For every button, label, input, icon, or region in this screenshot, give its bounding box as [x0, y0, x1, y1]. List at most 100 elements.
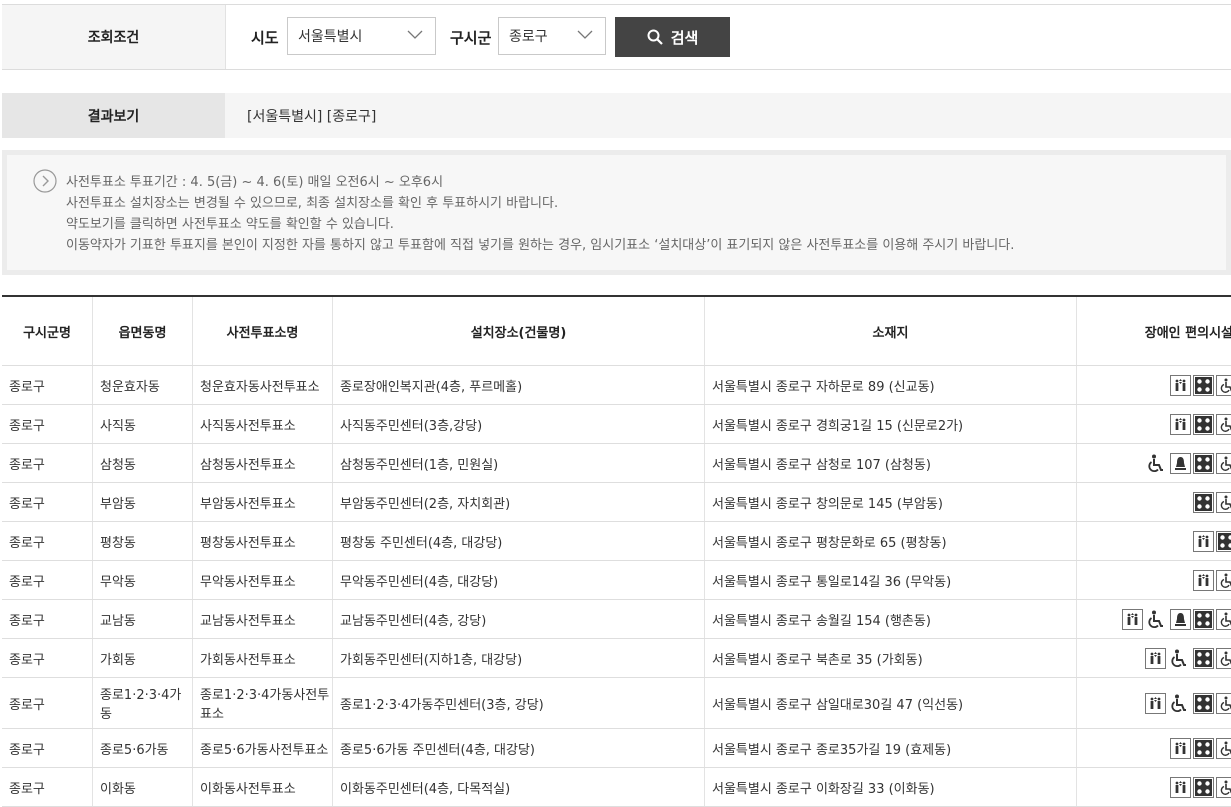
table-row: 종로구 평창동 평창동사전투표소 평창동 주민센터(4층, 대강당) 서울특별시 종로구…: [2, 522, 1231, 561]
gugun-select-value: 종로구: [509, 29, 548, 45]
cell-station: 종로1·2·3·4가동사전투표소: [193, 678, 333, 728]
result-summary: [서울특별시] [종로구]: [247, 108, 377, 125]
table-header-row: 구시군명 읍면동명 사전투표소명 설치장소(건물명) 소재지 장애인 편의시설: [2, 297, 1231, 366]
search-button-label: 검색: [670, 28, 699, 47]
cell-gu: 종로구: [2, 678, 93, 728]
cell-dong: 교남동: [93, 600, 193, 638]
table-row: 종로구 종로5·6가동 종로5·6가동사전투표소 종로5·6가동 주민센터(4층, 대…: [2, 729, 1231, 768]
cell-dong: 부암동: [93, 483, 193, 521]
cell-gu: 종로구: [2, 483, 93, 521]
facility-icons: [1193, 522, 1231, 560]
notice-box: 사전투표소 투표기간 : 4. 5(금) ~ 4. 6(토) 매일 오전6시 ~…: [2, 150, 1231, 275]
cell-facilities: [1077, 444, 1231, 482]
wheelchair-icon: [1216, 491, 1231, 513]
cell-place: 삼청동주민센터(1층, 민원실): [333, 444, 705, 482]
table-row: 종로구 가회동 가회동사전투표소 가회동주민센터(지하1층, 대강당) 서울특별시 종로…: [2, 639, 1231, 678]
cell-station: 사직동사전투표소: [193, 405, 333, 443]
cell-place: 종로5·6가동 주민센터(4층, 대강당): [333, 729, 705, 767]
elevator-icon: [1170, 737, 1191, 759]
cell-gu: 종로구: [2, 405, 93, 443]
cell-place: 가회동주민센터(지하1층, 대강당): [333, 639, 705, 677]
cell-station: 이화동사전투표소: [193, 768, 333, 806]
cell-gu: 종로구: [2, 444, 93, 482]
cell-gu: 종로구: [2, 729, 93, 767]
table-row: 종로구 이화동 이화동사전투표소 이화동주민센터(4층, 다목적실) 서울특별시 종로구…: [2, 768, 1231, 807]
cell-gu: 종로구: [2, 600, 93, 638]
cell-dong: 무악동: [93, 561, 193, 599]
braille-icon: [1216, 530, 1231, 552]
cell-station: 삼청동사전투표소: [193, 444, 333, 482]
notice-line: 사전투표소 투표기간 : 4. 5(금) ~ 4. 6(토) 매일 오전6시 ~…: [66, 175, 444, 190]
facility-icons: [1193, 483, 1231, 521]
gugun-select[interactable]: 종로구: [498, 17, 606, 55]
cell-place: 교남동주민센터(4층, 강당): [333, 600, 705, 638]
cell-facilities: [1077, 678, 1231, 728]
cell-facilities: [1077, 639, 1231, 677]
elevator-icon: [1170, 374, 1191, 396]
cell-station: 평창동사전투표소: [193, 522, 333, 560]
cell-dong: 이화동: [93, 768, 193, 806]
wheelchair-icon: [1216, 647, 1231, 669]
wheelchair-icon: [1216, 374, 1231, 396]
chevron-down-icon: [577, 30, 593, 39]
cell-station: 종로5·6가동사전투표소: [193, 729, 333, 767]
wheelchair-plain-icon: [1145, 453, 1168, 474]
table-body: 종로구 청운효자동 청운효자동사전투표소 종로장애인복지관(4층, 푸르메홀) 서울특별…: [2, 366, 1231, 807]
cell-address: 서울특별시 종로구 종로35가길 19 (효제동): [705, 729, 1077, 767]
cell-address: 서울특별시 종로구 송월길 154 (행촌동): [705, 600, 1077, 638]
table-row: 종로구 부암동 부암동사전투표소 부암동주민센터(2층, 자치회관) 서울특별시 종로구…: [2, 483, 1231, 522]
facility-icons: [1170, 729, 1231, 767]
facility-icons: [1145, 678, 1231, 728]
braille-icon: [1193, 452, 1214, 474]
result-panel: 결과보기 [서울특별시] [종로구]: [2, 93, 1231, 138]
cell-dong: 사직동: [93, 405, 193, 443]
cell-station: 청운효자동사전투표소: [193, 366, 333, 404]
cell-station: 가회동사전투표소: [193, 639, 333, 677]
cell-place: 종로1·2·3·4가동주민센터(3층, 강당): [333, 678, 705, 728]
wheelchair-plain-icon: [1168, 648, 1191, 669]
facility-icons: [1145, 639, 1231, 677]
elevator-icon: [1145, 647, 1166, 669]
cell-place: 부암동주민센터(2층, 자치회관): [333, 483, 705, 521]
wheelchair-icon: [1216, 776, 1231, 798]
column-header-dong: 읍면동명: [93, 297, 193, 365]
facility-icons: [1145, 444, 1231, 482]
braille-icon: [1193, 413, 1214, 435]
sido-select-value: 서울특별시: [298, 29, 363, 45]
cell-gu: 종로구: [2, 639, 93, 677]
cell-facilities: [1077, 768, 1231, 806]
wheelchair-icon: [1216, 413, 1231, 435]
cell-dong: 평창동: [93, 522, 193, 560]
cell-gu: 종로구: [2, 561, 93, 599]
cell-place: 종로장애인복지관(4층, 푸르메홀): [333, 366, 705, 404]
cell-address: 서울특별시 종로구 북촌로 35 (가회동): [705, 639, 1077, 677]
cell-dong: 종로1·2·3·4가동: [93, 678, 193, 728]
cell-address: 서울특별시 종로구 삼일대로30길 47 (익선동): [705, 678, 1077, 728]
search-condition-panel: 조회조건 시도 서울특별시 구시군 종로구 검색: [2, 4, 1231, 70]
sido-label: 시도: [251, 28, 279, 47]
facility-icons: [1170, 768, 1231, 806]
cell-dong: 청운효자동: [93, 366, 193, 404]
column-header-place: 설치장소(건물명): [333, 297, 705, 365]
sido-select[interactable]: 서울특별시: [287, 17, 436, 55]
elevator-icon: [1170, 776, 1191, 798]
cell-facilities: [1077, 366, 1231, 404]
cell-gu: 종로구: [2, 768, 93, 806]
search-button[interactable]: 검색: [615, 17, 730, 57]
bell-icon: [1170, 452, 1191, 474]
elevator-icon: [1122, 608, 1143, 630]
braille-icon: [1193, 491, 1214, 513]
table-row: 종로구 종로1·2·3·4가동 종로1·2·3·4가동사전투표소 종로1·2·3·4가…: [2, 678, 1231, 729]
cell-address: 서울특별시 종로구 자하문로 89 (신교동): [705, 366, 1077, 404]
cell-facilities: [1077, 522, 1231, 560]
table-row: 종로구 청운효자동 청운효자동사전투표소 종로장애인복지관(4층, 푸르메홀) 서울특별…: [2, 366, 1231, 405]
cell-facilities: [1077, 483, 1231, 521]
gugun-label: 구시군: [450, 28, 492, 47]
cell-dong: 가회동: [93, 639, 193, 677]
cell-station: 부암동사전투표소: [193, 483, 333, 521]
cell-facilities: [1077, 729, 1231, 767]
cell-address: 서울특별시 종로구 평창문화로 65 (평창동): [705, 522, 1077, 560]
braille-icon: [1193, 692, 1214, 714]
polling-station-table: 구시군명 읍면동명 사전투표소명 설치장소(건물명) 소재지 장애인 편의시설 …: [2, 295, 1231, 807]
table-row: 종로구 교남동 교남동사전투표소 교남동주민센터(4층, 강당) 서울특별시 종로구 송…: [2, 600, 1231, 639]
